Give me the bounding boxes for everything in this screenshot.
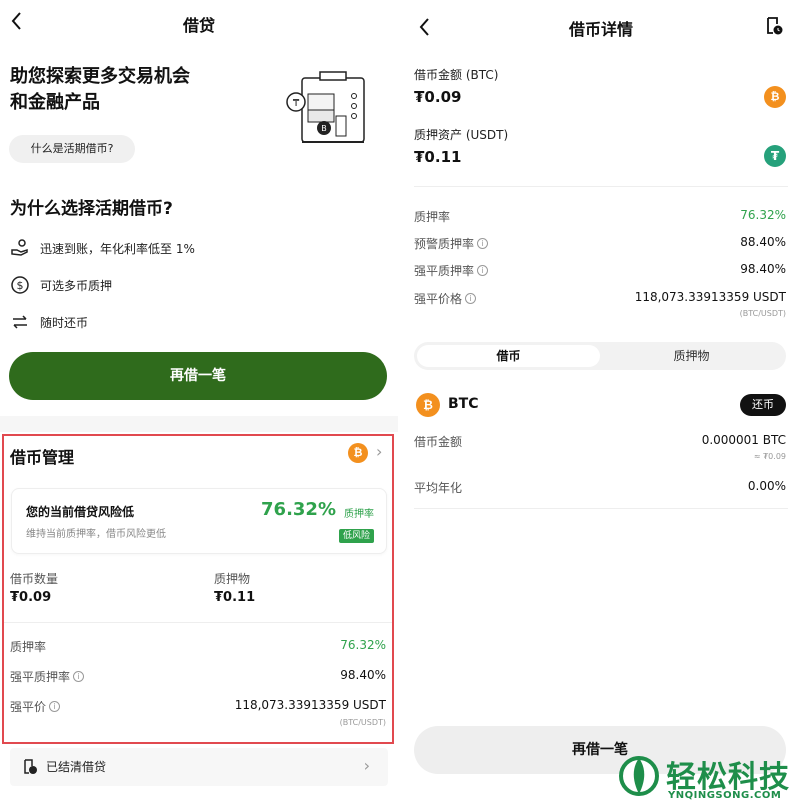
page-title: 借币详情 (568, 20, 633, 39)
borrow-amount-value: ₮0.09 (414, 88, 462, 106)
info-icon[interactable]: i (49, 701, 61, 712)
divider (4, 622, 392, 623)
watermark: 轻松科技 YNQINGSONG.COM (614, 752, 800, 802)
warn-ltv-value: 88.40% (740, 235, 786, 249)
collateral-asset-label: 质押资产 (USDT) (414, 128, 509, 142)
apr-value: 0.00% (747, 479, 786, 493)
btc-coin-icon: ₿ (348, 443, 368, 463)
coin-name: BTC (448, 396, 479, 412)
ltv-value: 76.32% (340, 638, 386, 652)
hero-title: 助您探索更多交易机会 和金融产品 (10, 64, 250, 116)
liq-ltv-label-text: 强平质押率 (10, 670, 71, 684)
section-divider (0, 416, 398, 432)
loan-overview-panel: 借贷 助您探索更多交易机会 和金融产品 B ₸ 什么是活期借币? 为什么选择活期… (0, 0, 398, 802)
tab-borrow[interactable]: 借币 (417, 345, 600, 367)
swap-arrows-icon (13, 315, 27, 329)
coin-amount-label-text: 借币金额 (414, 435, 463, 449)
liq-price-unit: (BTC/USDT) (739, 309, 786, 318)
btc-coin-icon: ₿ (764, 86, 786, 108)
liq-price-value: 118,073.33913359 USDT (634, 290, 786, 304)
page-title: 借贷 (182, 16, 215, 35)
liq-price-unit: (BTC/USDT) (339, 718, 386, 727)
document-clock-icon (24, 759, 37, 774)
ltv-label-text: 质押率 (414, 210, 451, 224)
detail-tabs: 借币 质押物 (414, 342, 786, 370)
chevron-right-icon: › (363, 756, 370, 775)
hero-line-2: 和金融产品 (10, 92, 100, 113)
settled-loans-label: 已结清借贷 (46, 760, 107, 774)
risk-subtitle: 维持当前质押率，借币风险更低 (26, 529, 166, 540)
why-section-title: 为什么选择活期借币? (10, 199, 173, 219)
liq-ltv-label: 强平质押率 i (10, 668, 85, 685)
warn-ltv-label-text: 预警质押率 (414, 237, 475, 251)
liq-price-label-text: 强平价 (10, 700, 47, 714)
loan-management-title: 借币管理 (10, 448, 75, 467)
divider (414, 186, 788, 187)
dollar-circle-icon: $ (11, 276, 29, 294)
risk-ltv-label: 质押率 (344, 509, 374, 520)
ltv-label-text: 质押率 (10, 640, 47, 654)
safe-illustration-icon: B ₸ (286, 71, 365, 143)
settled-loans-row[interactable]: 已结清借贷 › (10, 748, 388, 786)
divider (414, 508, 788, 509)
liq-price-value: 118,073.33913359 USDT (234, 698, 386, 712)
liq-ltv-value: 98.40% (740, 262, 786, 276)
risk-title: 您的当前借贷风险低 (26, 505, 135, 519)
liq-ltv-label: 强平质押率 i (414, 262, 489, 279)
coin-amount-approx: ≈ ₮0.09 (753, 452, 786, 461)
risk-ltv-value: 76.32% (261, 499, 336, 520)
info-icon[interactable]: i (73, 671, 85, 682)
feature-multi-collateral: $ 可选多币质押 (10, 273, 112, 297)
info-icon[interactable]: i (477, 265, 489, 276)
hero-line-1: 助您探索更多交易机会 (10, 66, 190, 87)
borrow-again-button[interactable]: 再借一笔 (9, 352, 387, 400)
collateral-asset-value: ₮0.11 (414, 148, 462, 166)
ltv-label: 质押率 (414, 208, 450, 225)
chevron-right-icon[interactable]: › (376, 442, 382, 461)
ltv-value: 76.32% (740, 208, 786, 222)
collateral-value: ₮0.11 (214, 590, 256, 605)
info-icon[interactable]: i (477, 238, 489, 249)
apr-label: 平均年化 (414, 479, 462, 496)
ltv-label: 质押率 (10, 638, 46, 655)
liq-price-label: 强平价 i (10, 698, 61, 715)
coin-amount-label: 借币金额 (414, 433, 462, 450)
feature-repay-anytime: 随时还币 (10, 310, 88, 334)
liq-price-label: 强平价格 i (414, 290, 477, 307)
svg-text:B: B (321, 124, 327, 133)
hand-coin-icon (11, 239, 28, 256)
liq-ltv-value: 98.40% (340, 668, 386, 682)
feature-label: 随时还币 (40, 315, 89, 330)
liq-ltv-label-text: 强平质押率 (414, 264, 475, 278)
warn-ltv-label: 预警质押率 i (414, 235, 489, 252)
loan-detail-panel: 借币详情 借币金额 (BTC) ₮0.09 ₿ 质押资产 (USDT) ₮0.1… (402, 0, 800, 802)
loan-management-card[interactable]: 借币管理 ₿ › 您的当前借贷风险低 维持当前质押率，借币风险更低 76.32%… (2, 434, 394, 744)
svg-text:₸: ₸ (293, 98, 300, 109)
collateral-label: 质押物 (214, 572, 251, 586)
low-risk-badge: 低风险 (338, 529, 374, 543)
watermark-logo-icon (619, 756, 659, 796)
history-document-icon[interactable] (764, 16, 784, 36)
feature-fast-disbursal: 迅速到账，年化利率低至 1% (10, 236, 195, 260)
repay-button[interactable]: 还币 (740, 394, 786, 416)
borrow-qty-value: ₮0.09 (10, 590, 52, 605)
svg-text:$: $ (17, 279, 24, 292)
feature-label: 迅速到账，年化利率低至 1% (40, 241, 195, 256)
liq-price-label-text: 强平价格 (414, 292, 463, 306)
feature-label: 可选多币质押 (40, 278, 113, 293)
coin-amount-value: 0.000001 BTC (701, 433, 786, 447)
borrow-qty-label: 借币数量 (10, 572, 59, 586)
apr-label-text: 平均年化 (414, 481, 463, 495)
info-icon[interactable]: i (465, 293, 477, 304)
nav-header: 借贷 (0, 0, 398, 44)
watermark-subtext: YNQINGSONG.COM (668, 790, 782, 801)
btc-coin-icon: ₿ (416, 393, 440, 417)
usdt-coin-icon: ₮ (764, 145, 786, 167)
risk-status-card: 您的当前借贷风险低 维持当前质押率，借币风险更低 76.32% 质押率 低风险 (11, 488, 387, 554)
tab-collateral[interactable]: 质押物 (600, 345, 783, 367)
what-is-flexible-loan-button[interactable]: 什么是活期借币? (9, 135, 135, 163)
borrow-amount-label: 借币金额 (BTC) (414, 68, 499, 82)
